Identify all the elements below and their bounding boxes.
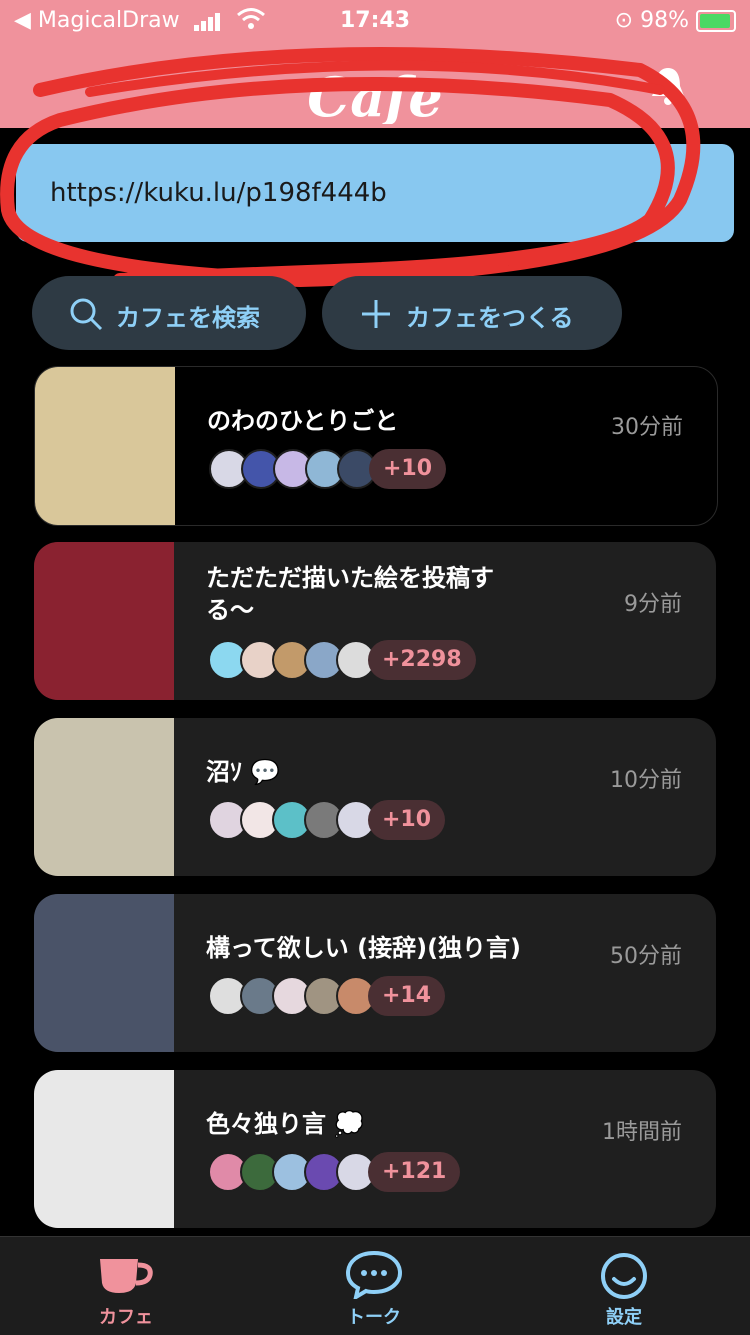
url-text: https://kuku.lu/p198f444b bbox=[50, 178, 387, 208]
tab-settings[interactable]: 設定 bbox=[544, 1237, 704, 1335]
rotation-lock-icon: ⊙ bbox=[614, 8, 634, 33]
member-count-badge: +121 bbox=[368, 1152, 461, 1192]
cafe-thumbnail bbox=[34, 1070, 174, 1228]
cafe-time: 10分前 bbox=[610, 768, 682, 793]
tab-cafe[interactable]: カフェ bbox=[46, 1237, 206, 1335]
cafe-time: 9分前 bbox=[624, 592, 682, 617]
cafe-card[interactable]: のわのひとりごと 30分前 +10 bbox=[34, 366, 718, 526]
cafe-thumbnail bbox=[34, 542, 174, 700]
member-count-badge: +2298 bbox=[368, 640, 476, 680]
cafe-thumbnail bbox=[34, 894, 174, 1052]
create-cafe-label: カフェをつくる bbox=[406, 304, 574, 332]
smile-face-icon bbox=[601, 1253, 647, 1299]
cafe-thumbnail bbox=[35, 367, 175, 525]
tab-talk-label: トーク bbox=[347, 1307, 401, 1328]
app-header: Cafe bbox=[0, 40, 750, 128]
plus-icon bbox=[362, 300, 390, 328]
cafe-title: 構って欲しい (接辞)(独り言) bbox=[206, 934, 522, 962]
cafe-thumbnail bbox=[34, 718, 174, 876]
bottom-tab-bar: カフェ トーク 設定 bbox=[0, 1236, 750, 1335]
cafe-title: 沼ｿ 💬 bbox=[206, 758, 281, 786]
cafe-card[interactable]: 沼ｿ 💬 10分前 +10 bbox=[34, 718, 716, 876]
create-cafe-button[interactable]: カフェをつくる bbox=[322, 276, 622, 350]
battery-percent: 98% bbox=[640, 8, 689, 33]
cafe-title: ただただ描いた絵を投稿する〜 bbox=[206, 564, 494, 624]
coffee-cup-icon bbox=[100, 1259, 153, 1293]
cafe-time: 50分前 bbox=[610, 944, 682, 969]
cafe-card[interactable]: 構って欲しい (接辞)(独り言) 50分前 +14 bbox=[34, 894, 716, 1052]
tab-talk[interactable]: トーク bbox=[294, 1237, 454, 1335]
chat-bubble-icon bbox=[345, 1250, 403, 1299]
cafe-card[interactable]: 色々独り言 💭 1時間前 +121 bbox=[34, 1070, 716, 1228]
cafe-title: 色々独り言 💭 bbox=[206, 1110, 365, 1138]
tab-cafe-label: カフェ bbox=[99, 1307, 153, 1328]
search-cafe-label: カフェを検索 bbox=[116, 304, 260, 332]
member-count-badge: +10 bbox=[369, 449, 447, 489]
cafe-card[interactable]: ただただ描いた絵を投稿する〜 9分前 +2298 bbox=[34, 542, 716, 700]
cafe-logo: Cafe bbox=[307, 70, 443, 124]
cafe-time: 1時間前 bbox=[602, 1120, 682, 1145]
bell-icon[interactable] bbox=[646, 64, 690, 108]
member-count-badge: +10 bbox=[368, 800, 446, 840]
search-cafe-button[interactable]: カフェを検索 bbox=[32, 276, 306, 350]
search-icon bbox=[70, 298, 103, 331]
url-bar[interactable]: https://kuku.lu/p198f444b bbox=[16, 144, 734, 242]
member-count-badge: +14 bbox=[368, 976, 446, 1016]
battery-icon bbox=[696, 10, 736, 32]
cafe-title: のわのひとりごと bbox=[207, 407, 399, 435]
status-bar: ◀ MagicalDraw 17:43 ⊙ 98% bbox=[0, 0, 750, 40]
tab-settings-label: 設定 bbox=[606, 1307, 642, 1328]
status-right: ⊙ 98% bbox=[615, 8, 736, 33]
cafe-time: 30分前 bbox=[611, 415, 683, 440]
